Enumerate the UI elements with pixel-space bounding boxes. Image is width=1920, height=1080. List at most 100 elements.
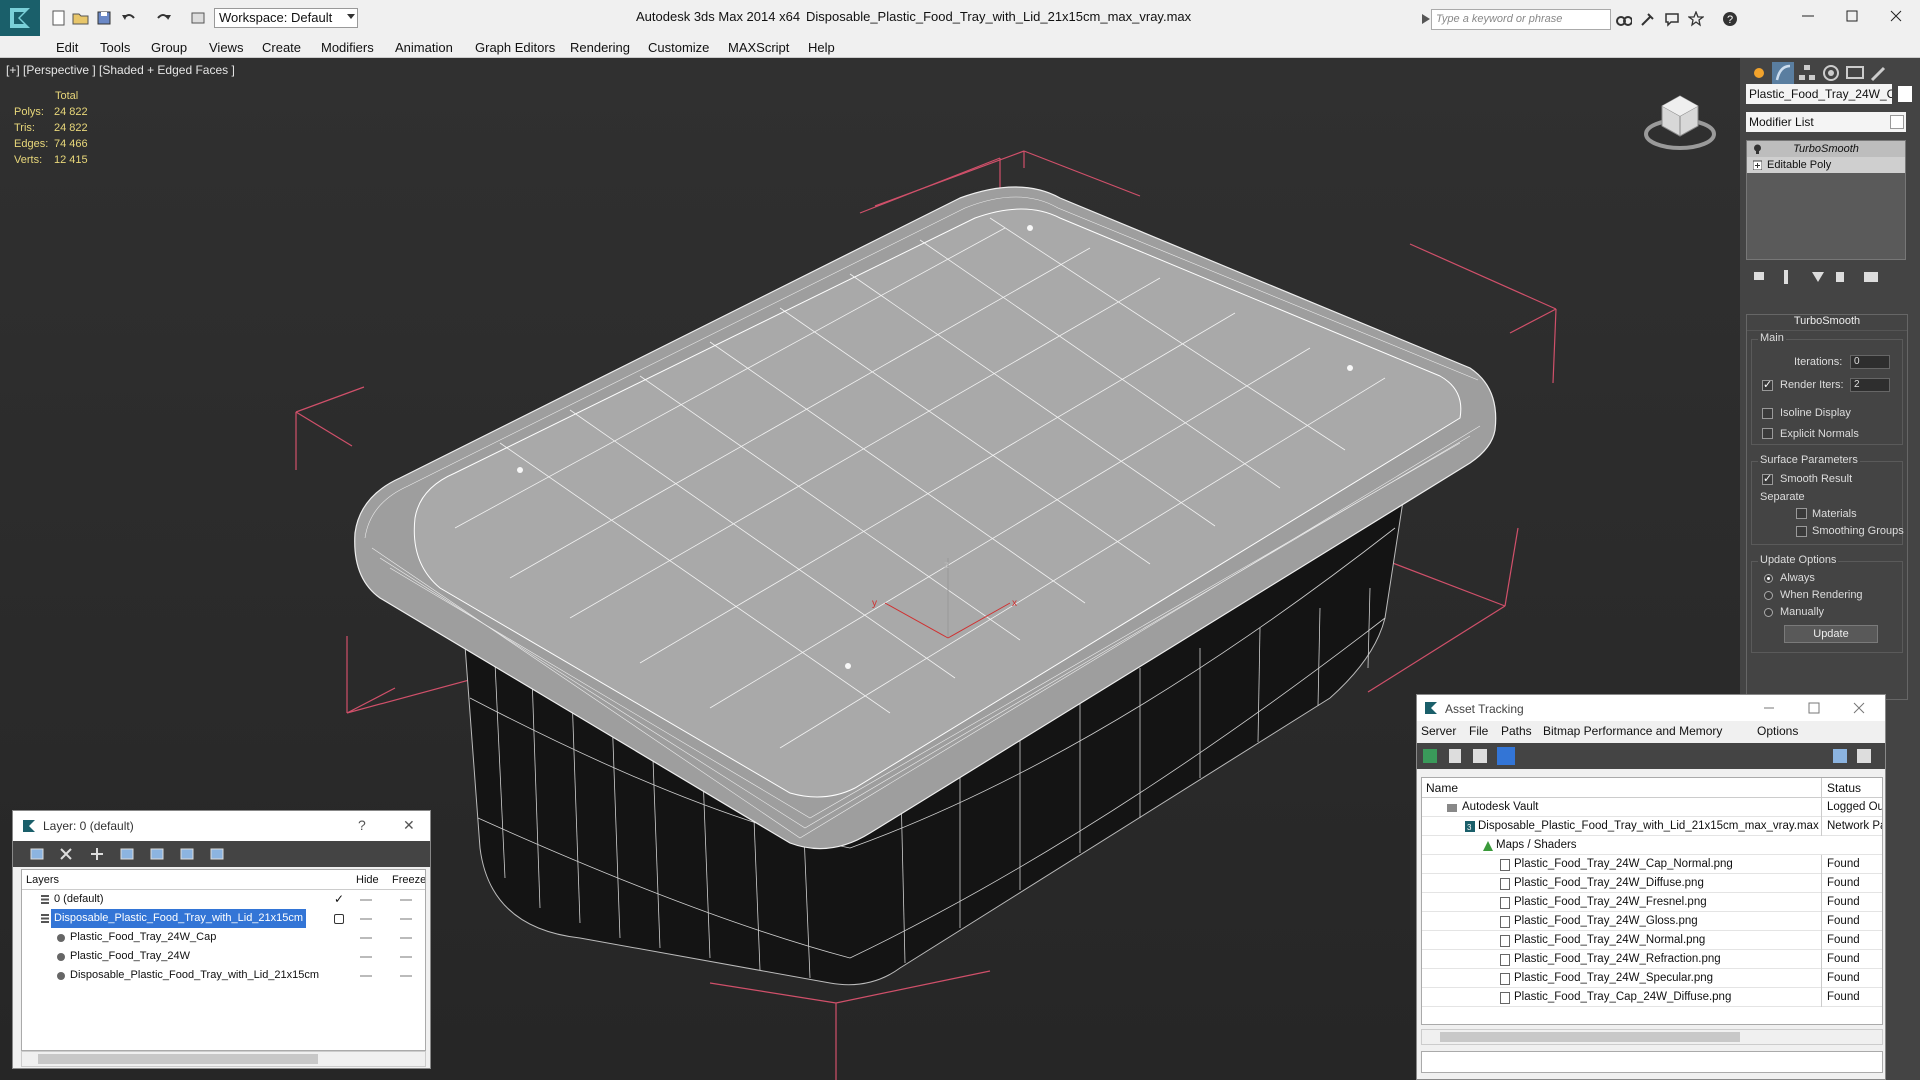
layer-row[interactable]: Plastic_Food_Tray_24W (22, 947, 425, 966)
create-tab-icon[interactable] (1748, 62, 1770, 84)
select-objects-icon[interactable] (120, 848, 134, 860)
menu-animation[interactable]: Animation (395, 40, 453, 55)
app-logo-button[interactable] (0, 0, 40, 36)
freeze-toggle[interactable] (400, 918, 412, 920)
menu-bitmap-performance[interactable]: Bitmap Performance and Memory (1543, 724, 1722, 738)
freeze-toggle[interactable] (400, 956, 412, 958)
column-header-freeze[interactable]: Freeze (392, 874, 425, 886)
project-folder-icon[interactable] (190, 10, 208, 26)
viewcube-icon[interactable] (1640, 84, 1720, 154)
asset-row[interactable]: Plastic_Food_Tray_Cap_24W_Diffuse.png Fou… (1422, 988, 1882, 1007)
hide-toggle[interactable] (360, 956, 372, 958)
expand-plus-icon[interactable] (1753, 160, 1762, 170)
update-button[interactable]: Update (1784, 625, 1878, 643)
thumbnail-view-icon[interactable] (1473, 749, 1487, 763)
new-layer-icon[interactable] (30, 848, 44, 860)
menu-edit[interactable]: Edit (56, 40, 78, 55)
layer-row[interactable]: Plastic_Food_Tray_24W_Cap (22, 928, 425, 947)
open-file-icon[interactable] (72, 10, 90, 26)
new-file-icon[interactable] (50, 10, 68, 26)
layer-row[interactable]: 0 (default) ✓ (22, 890, 425, 909)
search-input[interactable]: Type a keyword or phrase (1431, 9, 1611, 30)
menu-paths[interactable]: Paths (1501, 724, 1532, 738)
hide-all-icon[interactable] (180, 848, 194, 860)
minimize-icon[interactable] (1796, 4, 1820, 28)
minimize-icon[interactable] (1762, 701, 1776, 715)
always-radio[interactable] (1764, 574, 1773, 583)
hide-toggle[interactable] (360, 937, 372, 939)
menu-rendering[interactable]: Rendering (570, 40, 630, 55)
hide-toggle[interactable] (360, 918, 372, 920)
layer-row[interactable]: Disposable_Plastic_Food_Tray_with_Lid_21… (22, 966, 425, 985)
stack-item-editable-poly[interactable]: Editable Poly (1747, 157, 1905, 173)
menu-tools[interactable]: Tools (100, 40, 130, 55)
isoline-display-checkbox[interactable] (1762, 408, 1773, 419)
maximize-icon[interactable] (1840, 4, 1864, 28)
asset-row[interactable]: Plastic_Food_Tray_24W_Fresnel.png Found (1422, 893, 1882, 912)
when-rendering-radio[interactable] (1764, 591, 1773, 600)
utilities-tab-icon[interactable] (1868, 62, 1890, 84)
stack-item-turbosmooth[interactable]: TurboSmooth (1747, 141, 1905, 157)
rollout-title[interactable]: TurboSmooth (1747, 315, 1907, 331)
asset-row[interactable]: Maps / Shaders (1422, 836, 1882, 855)
render-iters-checkbox[interactable] (1762, 378, 1773, 391)
iterations-spinner[interactable]: 0 (1850, 355, 1890, 369)
save-icon[interactable] (96, 10, 114, 26)
scrollbar-thumb[interactable] (1440, 1032, 1740, 1042)
asset-row[interactable]: Plastic_Food_Tray_24W_Cap_Normal.png Foun… (1422, 855, 1882, 874)
menu-file[interactable]: File (1469, 724, 1488, 738)
menu-maxscript[interactable]: MAXScript (728, 40, 789, 55)
scrollbar-thumb[interactable] (38, 1054, 318, 1064)
communication-icon[interactable] (1664, 11, 1680, 27)
list-view-icon[interactable] (1449, 749, 1461, 763)
workspace-dropdown[interactable]: Workspace: Default (214, 8, 358, 28)
explicit-normals-checkbox[interactable] (1762, 428, 1773, 439)
subscription-icon[interactable] (1640, 11, 1656, 27)
asset-row[interactable]: Plastic_Food_Tray_24W_Normal.png Found (1422, 931, 1882, 950)
freeze-toggle[interactable] (400, 899, 412, 901)
help-button[interactable]: ? (358, 817, 366, 833)
asset-window-titlebar[interactable]: Asset Tracking (1417, 695, 1885, 721)
motion-tab-icon[interactable] (1820, 62, 1842, 84)
column-header-status[interactable]: Status (1821, 778, 1866, 798)
smooth-result-checkbox[interactable] (1762, 472, 1773, 485)
binoculars-icon[interactable] (1616, 11, 1632, 27)
asset-horizontal-scrollbar[interactable] (1421, 1029, 1883, 1045)
display-tab-icon[interactable] (1844, 62, 1866, 84)
menu-views[interactable]: Views (209, 40, 243, 55)
menu-server[interactable]: Server (1421, 724, 1456, 738)
column-header-name[interactable]: Name (1426, 781, 1458, 795)
object-name-field[interactable]: Plastic_Food_Tray_24W_Cap (1746, 84, 1892, 104)
favorites-star-icon[interactable] (1688, 11, 1704, 27)
manually-radio[interactable] (1764, 608, 1773, 617)
help-icon[interactable]: ? (1722, 11, 1738, 27)
remove-modifier-icon[interactable] (1836, 272, 1844, 282)
refresh-icon[interactable] (1423, 749, 1437, 763)
pin-stack-icon[interactable] (1754, 272, 1764, 280)
materials-checkbox[interactable] (1796, 508, 1807, 519)
menu-help[interactable]: Help (808, 40, 835, 55)
close-button[interactable]: ✕ (403, 817, 415, 834)
render-iters-spinner[interactable]: 2 (1850, 378, 1890, 392)
asset-row[interactable]: 3 Disposable_Plastic_Food_Tray_with_Lid_… (1422, 817, 1882, 836)
column-header-layers[interactable]: Layers (26, 874, 59, 886)
menu-group[interactable]: Group (151, 40, 187, 55)
menu-customize[interactable]: Customize (648, 40, 709, 55)
make-unique-icon[interactable] (1812, 272, 1824, 282)
freeze-all-icon[interactable] (210, 848, 224, 860)
add-to-layer-icon[interactable] (91, 848, 103, 860)
menu-create[interactable]: Create (262, 40, 301, 55)
layer-row[interactable]: Disposable_Plastic_Food_Tray_with_Lid_21… (22, 909, 425, 928)
show-end-result-icon[interactable] (1784, 270, 1788, 284)
menu-modifiers[interactable]: Modifiers (321, 40, 374, 55)
modifier-list-dropdown[interactable]: Modifier List (1746, 112, 1906, 132)
asset-path-field[interactable] (1421, 1051, 1883, 1073)
asset-row[interactable]: Autodesk Vault Logged Out (1422, 798, 1882, 817)
viewport-label[interactable]: [+] [Perspective ] [Shaded + Edged Faces… (6, 63, 235, 77)
asset-row[interactable]: Plastic_Food_Tray_24W_Gloss.png Found (1422, 912, 1882, 931)
asset-row[interactable]: Plastic_Food_Tray_24W_Specular.png Found (1422, 969, 1882, 988)
asset-row[interactable]: Plastic_Food_Tray_24W_Diffuse.png Found (1422, 874, 1882, 893)
layer-window-titlebar[interactable]: Layer: 0 (default) ? ✕ (13, 811, 430, 841)
freeze-toggle[interactable] (400, 937, 412, 939)
maximize-icon[interactable] (1807, 701, 1821, 715)
